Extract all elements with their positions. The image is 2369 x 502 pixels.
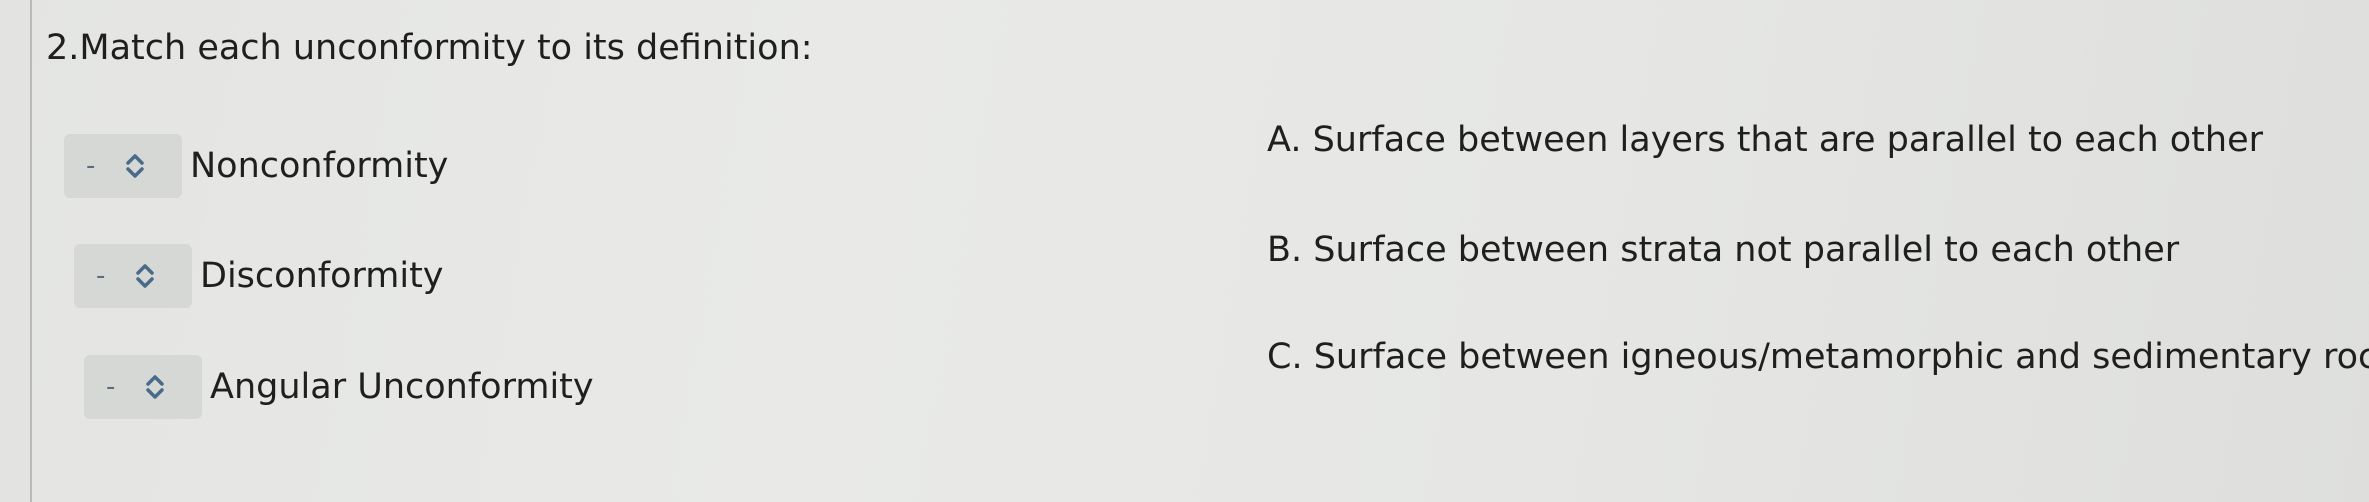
match-select-angular-unconformity[interactable]: - [84,355,202,419]
definition-b: B. Surface between strata not parallel t… [1267,230,2179,270]
question-prompt: 2.Match each unconformity to its definit… [46,28,813,68]
match-item-disconformity: - Disconformity [74,243,444,309]
definition-a: A. Surface between layers that are paral… [1267,120,2263,160]
definition-letter: B. [1267,230,1303,270]
term-label: Nonconformity [190,146,449,186]
match-select-disconformity[interactable]: - [74,244,192,308]
chevron-up-down-icon [132,259,158,293]
definition-text: Surface between igneous/metamorphic and … [1313,337,2369,377]
select-value: - [86,151,96,181]
select-value: - [96,261,106,291]
match-select-nonconformity[interactable]: - [64,134,182,198]
term-label: Angular Unconformity [210,367,594,407]
chevron-up-down-icon [122,149,148,183]
chevron-up-down-icon [142,370,168,404]
definition-text: Surface between layers that are parallel… [1312,120,2263,160]
term-label: Disconformity [200,256,444,296]
definition-c: C. Surface between igneous/metamorphic a… [1267,337,2369,377]
match-item-angular-unconformity: - Angular Unconformity [84,354,594,420]
match-item-nonconformity: - Nonconformity [64,133,448,199]
select-value: - [106,372,116,402]
definition-letter: C. [1267,337,1303,377]
definition-text: Surface between strata not parallel to e… [1313,230,2180,270]
definition-letter: A. [1267,120,1302,160]
left-panel-edge [0,0,32,502]
